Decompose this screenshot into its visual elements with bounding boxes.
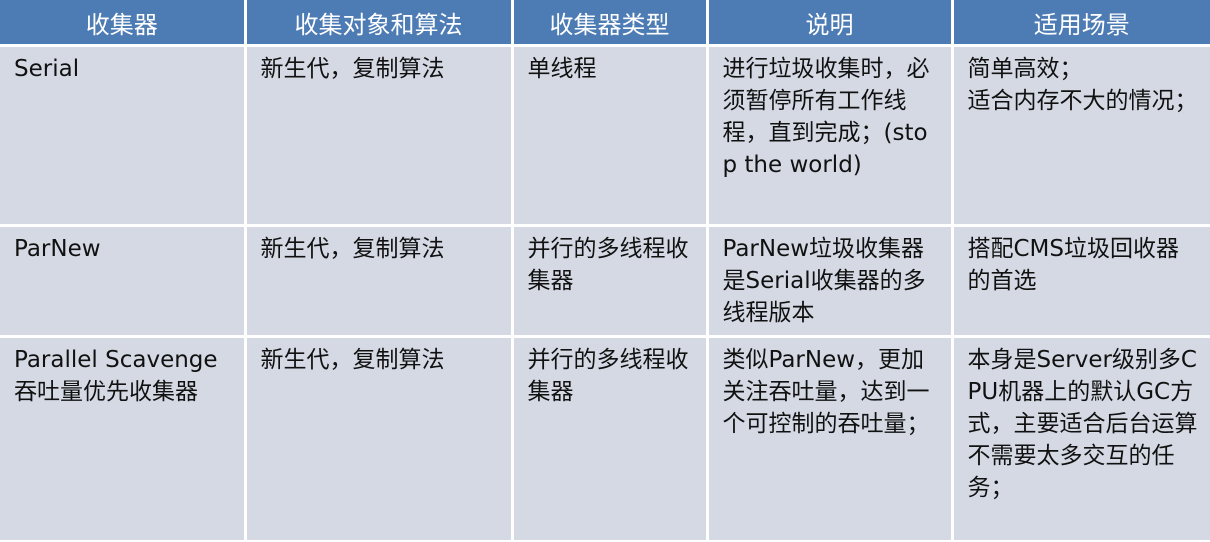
table-row: Parallel Scavenge 吞吐量优先收集器 新生代，复制算法 并行的多… (0, 336, 1210, 542)
cell-target-algorithm: 新生代，复制算法 (245, 225, 514, 338)
cell-target-algorithm: 新生代，复制算法 (245, 336, 514, 542)
cell-collector: Parallel Scavenge 吞吐量优先收集器 (0, 336, 247, 542)
table-row: Serial 新生代，复制算法 单线程 进行垃圾收集时，必须暂停所有工作线程，直… (0, 45, 1210, 227)
gc-collectors-table: 收集器 收集对象和算法 收集器类型 说明 适用场景 Serial 新生代，复制算… (0, 0, 1210, 542)
cell-target-algorithm: 新生代，复制算法 (245, 45, 514, 227)
cell-collector: ParNew (0, 225, 247, 338)
cell-scenario: 简单高效； 适合内存不大的情况； (952, 45, 1210, 227)
cell-description: 类似ParNew，更加关注吞吐量，达到一个可控制的吞吐量； (707, 336, 954, 542)
header-row: 收集器 收集对象和算法 收集器类型 说明 适用场景 (0, 0, 1210, 47)
header-target-algorithm: 收集对象和算法 (245, 0, 514, 47)
table-row: ParNew 新生代，复制算法 并行的多线程收集器 ParNew垃圾收集器是Se… (0, 225, 1210, 338)
cell-scenario: 搭配CMS垃圾回收器的首选 (952, 225, 1210, 338)
cell-collector-type: 单线程 (512, 45, 709, 227)
header-collector: 收集器 (0, 0, 247, 47)
cell-collector-type: 并行的多线程收集器 (512, 336, 709, 542)
header-collector-type: 收集器类型 (512, 0, 709, 47)
cell-scenario: 本身是Server级别多CPU机器上的默认GC方式，主要适合后台运算不需要太多交… (952, 336, 1210, 542)
header-scenario: 适用场景 (952, 0, 1210, 47)
cell-description: 进行垃圾收集时，必须暂停所有工作线程，直到完成；(stop the world) (707, 45, 954, 227)
cell-description: ParNew垃圾收集器是Serial收集器的多线程版本 (707, 225, 954, 338)
header-description: 说明 (707, 0, 954, 47)
cell-collector-type: 并行的多线程收集器 (512, 225, 709, 338)
cell-collector: Serial (0, 45, 247, 227)
